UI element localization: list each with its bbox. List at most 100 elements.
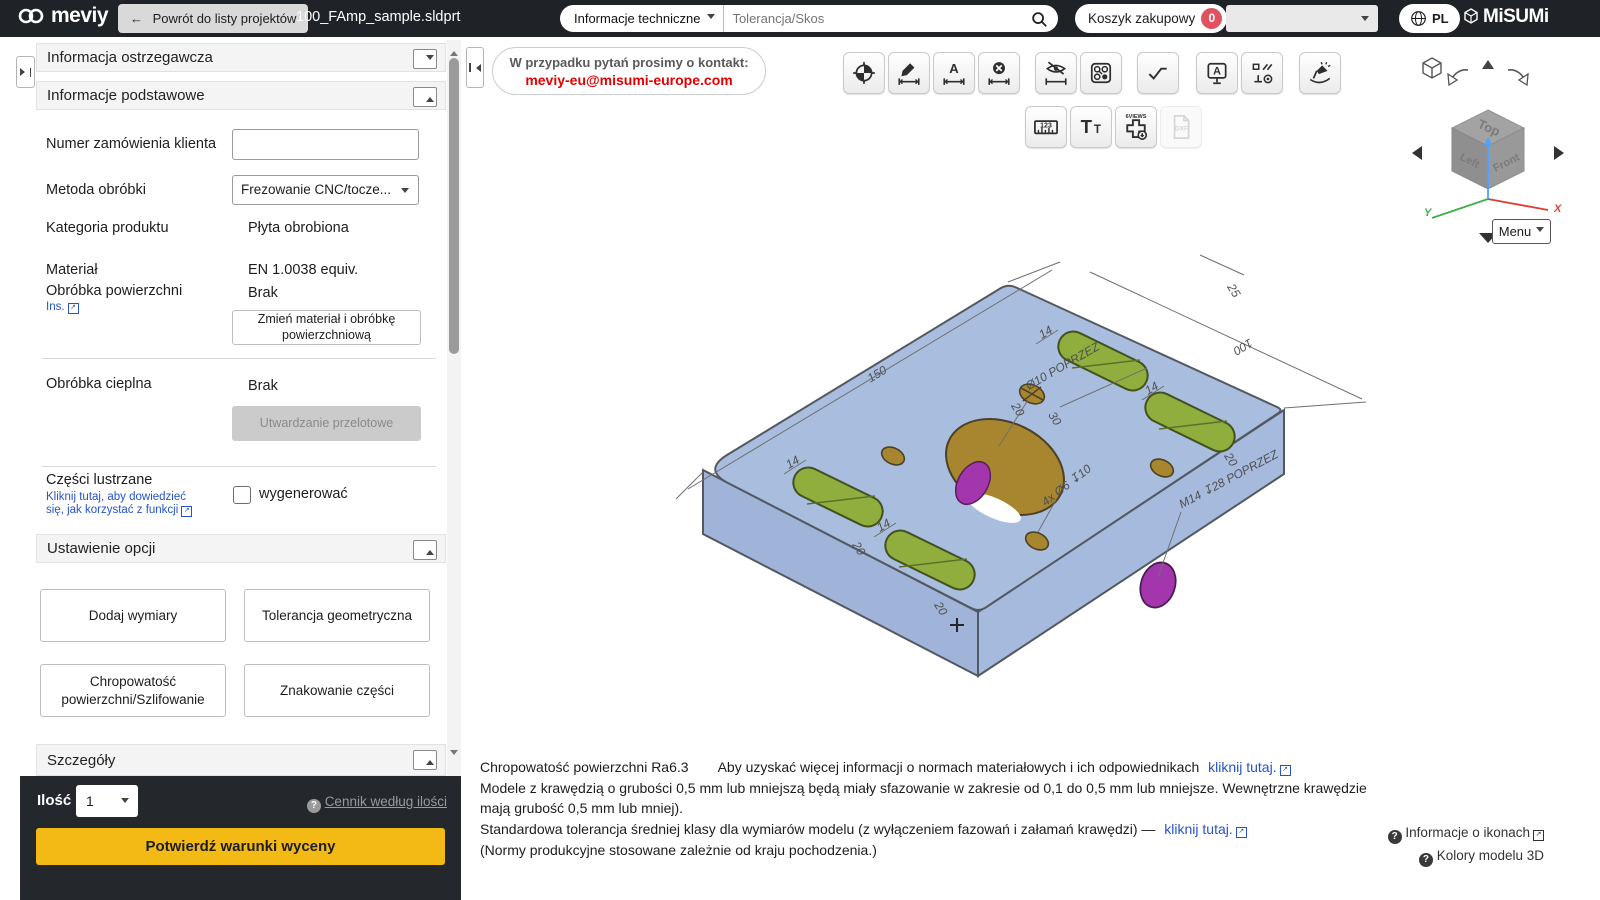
- search-icon[interactable]: [1030, 10, 1048, 28]
- chevron-up-icon: [426, 546, 434, 555]
- method-select[interactable]: Frezowanie CNC/tocze...: [232, 175, 419, 205]
- surface-roughness-button[interactable]: Chropowatość powierzchni/Szlifowanie: [40, 664, 226, 717]
- dxf-file-icon: DXF: [1167, 113, 1195, 141]
- heat-treatment-label: Obróbka cieplna: [46, 376, 152, 392]
- external-link-icon: [1280, 765, 1291, 776]
- add-dimensions-button[interactable]: Dodaj wymiary: [40, 589, 226, 642]
- material-standards-link[interactable]: kliknij tutaj.: [1208, 759, 1276, 775]
- delete-dimension-button[interactable]: [978, 52, 1020, 94]
- part-marking-button[interactable]: Znakowanie części: [244, 664, 430, 717]
- hole-table-icon: [1088, 60, 1114, 86]
- view-menu-button[interactable]: Menu: [1492, 219, 1551, 244]
- tolerance-link[interactable]: kliknij tutaj.: [1164, 821, 1232, 837]
- meviy-logo[interactable]: meviy: [16, 4, 108, 28]
- cube-outline-icon[interactable]: [1423, 58, 1441, 78]
- change-material-button[interactable]: Zmień materiał i obróbkę powierzchniową: [232, 310, 421, 345]
- surface-check-button[interactable]: [1137, 52, 1179, 94]
- text-size-button[interactable]: TT: [1070, 106, 1112, 148]
- chevron-down-icon: [121, 798, 129, 807]
- confirm-quote-button[interactable]: Potwierdź warunki wyceny: [36, 828, 445, 865]
- divider: [42, 358, 436, 359]
- svg-text:T: T: [1094, 123, 1101, 136]
- hide-dimension-icon: [1043, 60, 1069, 86]
- hide-dimension-button[interactable]: [1035, 52, 1077, 94]
- ruler-123-icon: 123: [1032, 113, 1060, 141]
- external-link-icon: [181, 506, 192, 517]
- collapse-toggle-button[interactable]: [413, 87, 437, 107]
- search-category-dropdown[interactable]: Informacje techniczne: [560, 11, 723, 26]
- handle-bar: [469, 63, 471, 72]
- rotate-right-step-icon[interactable]: [1554, 146, 1564, 160]
- collapse-toggle-button[interactable]: [413, 540, 437, 560]
- ins-link[interactable]: Ins.: [46, 301, 79, 315]
- six-views-icon: 6VIEWS: [1121, 112, 1151, 142]
- back-arrow-icon: ←: [130, 11, 143, 26]
- pricing-by-quantity-link[interactable]: Cennik według ilości: [325, 794, 447, 809]
- measure-ruler-button[interactable]: 123: [1025, 106, 1067, 148]
- rotate-left-step-icon[interactable]: [1412, 146, 1422, 160]
- collapse-toggle-button[interactable]: [413, 750, 437, 770]
- sidebar-collapse-handle[interactable]: [466, 47, 484, 88]
- mirror-generate-checkbox[interactable]: [233, 486, 251, 504]
- search-input[interactable]: [724, 11, 1030, 26]
- model-colors-link[interactable]: Kolory modelu 3D: [1388, 848, 1544, 867]
- shopping-cart-button[interactable]: Koszyk zakupowy 0: [1075, 4, 1227, 33]
- production-standards-note: (Normy produkcyjne stosowane zależnie od…: [480, 840, 1410, 861]
- scroll-down-icon[interactable]: [450, 746, 458, 764]
- project-select-dropdown[interactable]: [1226, 5, 1378, 32]
- through-hardening-button[interactable]: Utwardzanie przelotowe: [232, 406, 421, 441]
- rotate-left-icon[interactable]: [1448, 70, 1468, 85]
- mirror-help-link-2[interactable]: się, jak korzystać z funkcji: [46, 504, 192, 518]
- chevron-up-icon: [426, 93, 434, 102]
- text-dimension-button[interactable]: A: [933, 52, 975, 94]
- svg-text:A: A: [1213, 66, 1221, 78]
- icons-info-link[interactable]: Informacje o ikonach: [1388, 825, 1544, 844]
- back-to-projects-button[interactable]: ← Powrót do listy projektów: [118, 4, 308, 33]
- svg-text:25: 25: [1224, 280, 1244, 300]
- mirror-help-link[interactable]: Kliknij tutaj, aby dowiedzieć: [46, 491, 186, 503]
- axis-y-label: Y: [1424, 207, 1433, 219]
- check-icon: [1145, 60, 1171, 86]
- hole-table-button[interactable]: [1080, 52, 1122, 94]
- sidebar-scrollbar[interactable]: [447, 40, 461, 776]
- rotate-right-icon[interactable]: [1508, 70, 1528, 85]
- chevron-down-icon: [707, 14, 715, 23]
- six-views-download-button[interactable]: 6VIEWS: [1115, 106, 1157, 148]
- dxf-download-button[interactable]: DXF: [1160, 106, 1202, 148]
- chamfer-note-line1: Modele z krawędzią o grubości 0,5 mm lub…: [480, 778, 1410, 799]
- misumi-logo[interactable]: MiSUMi: [1463, 6, 1549, 28]
- svg-text:DXF: DXF: [1175, 126, 1188, 133]
- datum-target-button[interactable]: [843, 52, 885, 94]
- quantity-select[interactable]: 1: [76, 785, 138, 817]
- section-options-header: Ustawienie opcji: [36, 534, 446, 563]
- chevron-down-icon: [426, 55, 434, 64]
- geometric-tolerance-icon: [1249, 60, 1275, 86]
- order-number-input[interactable]: [232, 129, 419, 160]
- stamp-marking-icon: [1307, 60, 1333, 86]
- annotation-button[interactable]: A: [1196, 52, 1238, 94]
- geometric-tolerance-tool-button[interactable]: [1241, 52, 1283, 94]
- material-standards-note: Aby uzyskać więcej informacji o normach …: [718, 759, 1200, 775]
- globe-icon: [1410, 10, 1427, 27]
- sidebar-expand-handle[interactable]: [16, 56, 35, 88]
- meviy-logo-icon: [16, 6, 46, 26]
- datum-target-icon: [851, 60, 877, 86]
- chamfer-note-line2: mają grubość 0,5 mm lub mniej).: [480, 798, 1410, 819]
- section-basic-header: Informacje podstawowe: [36, 81, 446, 110]
- geometric-tolerance-button[interactable]: Tolerancja geometryczna: [244, 589, 430, 642]
- roughness-note: Chropowatość powierzchni Ra6.3: [480, 759, 689, 775]
- rotate-up-icon[interactable]: [1482, 60, 1494, 69]
- meviy-app: meviy ← Powrót do listy projektów 100_FA…: [0, 0, 1600, 900]
- part-marking-tool-button[interactable]: [1299, 52, 1341, 94]
- pricing-by-quantity: Cennik według ilości: [307, 794, 447, 813]
- 3d-model-viewport[interactable]: 150 100 25 Ø10 POPRZEZ 4x Ø6 ↧10 M14 ↧28…: [620, 240, 1380, 760]
- edit-dimension-button[interactable]: [888, 52, 930, 94]
- language-button[interactable]: PL: [1399, 4, 1460, 33]
- text-size-icon: TT: [1077, 113, 1105, 141]
- help-icon[interactable]: [307, 799, 321, 813]
- tolerance-note: Standardowa tolerancja średniej klasy dl…: [480, 821, 1155, 837]
- scrollbar-thumb[interactable]: [449, 58, 459, 354]
- section-details-header: Szczegóły: [36, 744, 446, 776]
- contact-email-link[interactable]: meviy-eu@misumi-europe.com: [493, 72, 765, 88]
- collapse-toggle-button[interactable]: [413, 49, 437, 69]
